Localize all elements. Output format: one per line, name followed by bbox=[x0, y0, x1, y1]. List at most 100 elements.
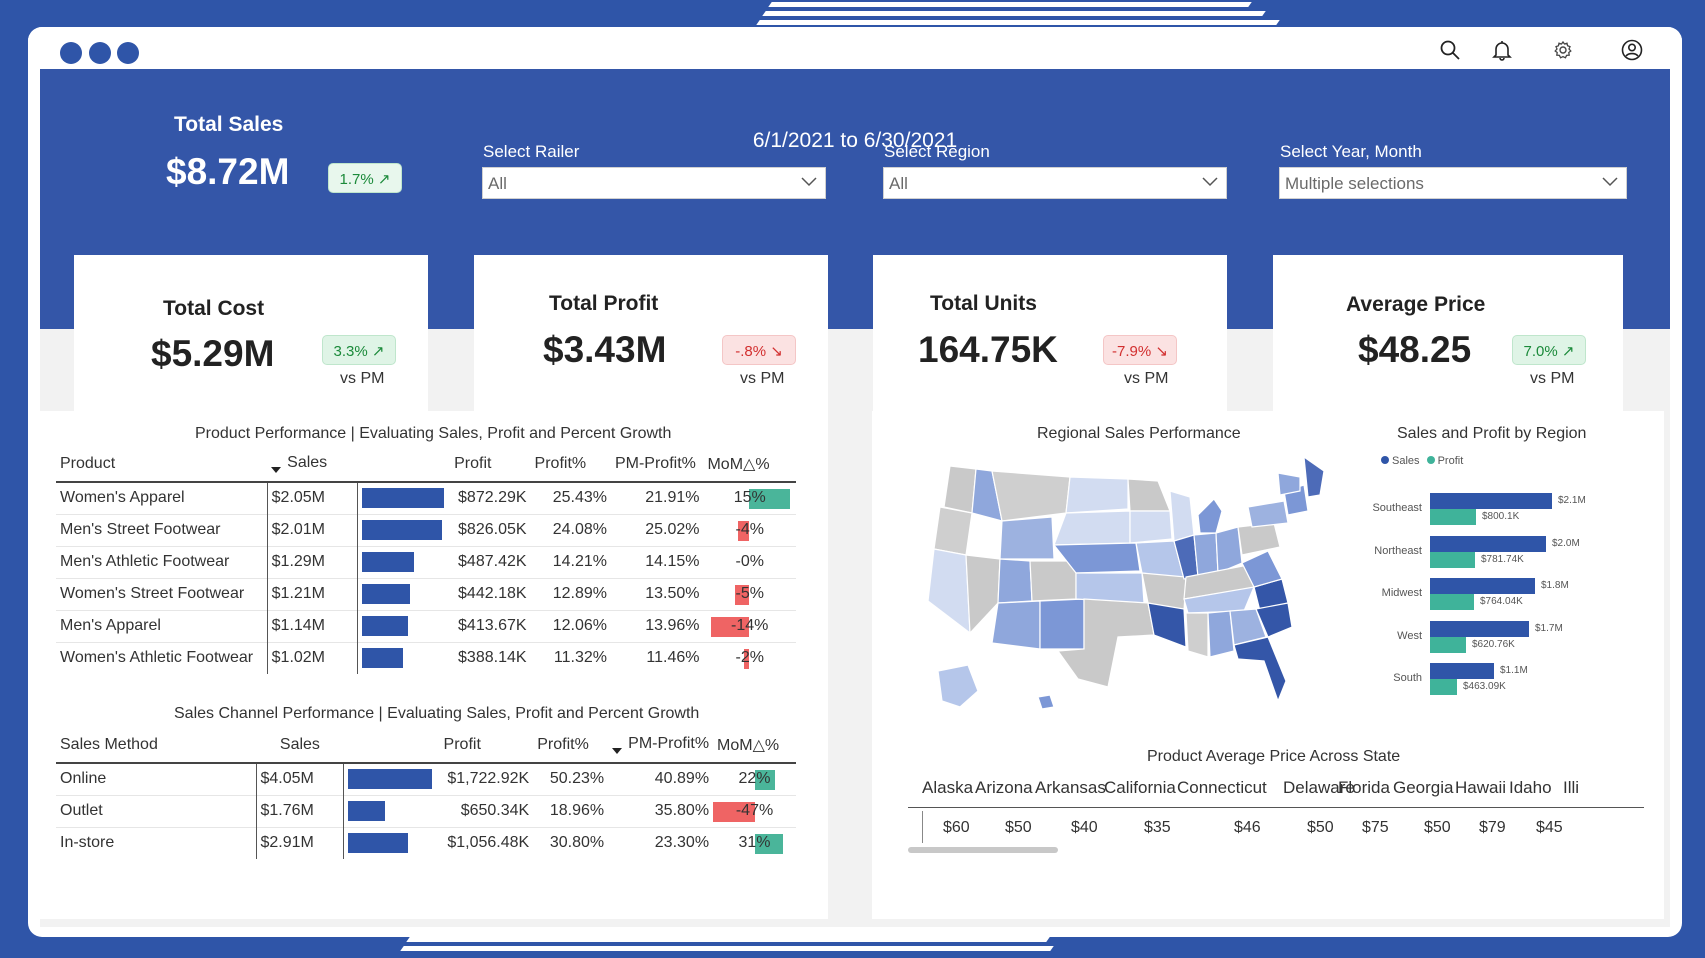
map-state[interactable] bbox=[1053, 510, 1131, 546]
state-column-header[interactable]: Georgia bbox=[1393, 778, 1453, 798]
bell-icon[interactable] bbox=[1491, 39, 1513, 61]
map-state[interactable] bbox=[1197, 498, 1223, 534]
map-state[interactable] bbox=[933, 506, 973, 556]
map-state[interactable] bbox=[1247, 500, 1289, 528]
map-state[interactable] bbox=[1037, 694, 1055, 710]
railer-slicer[interactable]: All bbox=[482, 167, 826, 199]
window-control-dot[interactable] bbox=[89, 42, 111, 64]
sales-bar[interactable] bbox=[1430, 535, 1546, 552]
table-row[interactable]: Women's Athletic Footwear $1.02M $388.14K 1… bbox=[56, 641, 796, 674]
table-row[interactable]: Men's Athletic Footwear $1.29M $487.42K 14.… bbox=[56, 545, 796, 578]
column-header-mom-pct[interactable]: MoM△% bbox=[703, 446, 796, 482]
map-state[interactable] bbox=[1303, 455, 1325, 498]
horizontal-scrollbar[interactable] bbox=[908, 847, 1058, 853]
map-state[interactable] bbox=[1127, 478, 1171, 512]
map-state[interactable] bbox=[1277, 472, 1301, 496]
map-state[interactable] bbox=[1233, 636, 1287, 703]
state-column-header[interactable]: California bbox=[1104, 778, 1176, 798]
table-row[interactable]: Online $4.05M $1,722.92K 50.23% 40.89% 22% bbox=[56, 762, 796, 795]
map-state[interactable] bbox=[1075, 572, 1145, 604]
user-icon[interactable] bbox=[1621, 39, 1643, 61]
performance-tables-panel: Product Performance | Evaluating Sales, … bbox=[40, 411, 828, 919]
row-label: Men's Athletic Footwear bbox=[56, 545, 268, 578]
state-column-header[interactable]: Connecticut bbox=[1177, 778, 1267, 798]
column-header-sales-method[interactable]: Sales Method bbox=[56, 727, 256, 763]
map-state[interactable] bbox=[1129, 510, 1173, 544]
profit-bar[interactable] bbox=[1430, 509, 1476, 525]
sales-bar[interactable] bbox=[1430, 620, 1529, 637]
row-mom-cell: 15% bbox=[703, 481, 796, 514]
row-mom-cell: -2% bbox=[703, 641, 796, 674]
column-header-label: Sales bbox=[287, 454, 328, 471]
column-header-mom-pct[interactable]: MoM△% bbox=[713, 727, 796, 763]
map-state[interactable] bbox=[997, 558, 1033, 604]
map-state[interactable] bbox=[1029, 560, 1077, 602]
column-header-sales[interactable]: Sales bbox=[256, 727, 344, 763]
kpi-title: Total Units bbox=[930, 292, 1037, 315]
map-state[interactable] bbox=[927, 548, 971, 635]
profit-bar[interactable] bbox=[1430, 594, 1474, 610]
column-header-profit[interactable]: Profit bbox=[450, 446, 530, 482]
map-state[interactable] bbox=[937, 664, 979, 708]
state-column-header[interactable]: Hawaii bbox=[1455, 778, 1506, 798]
year-month-slicer[interactable]: Multiple selections bbox=[1279, 167, 1627, 199]
profit-bar[interactable] bbox=[1430, 679, 1457, 695]
state-column-header[interactable]: Arizona bbox=[975, 778, 1033, 798]
map-state[interactable] bbox=[1215, 526, 1243, 574]
sales-bar[interactable] bbox=[1430, 578, 1535, 594]
kpi-value: $48.25 bbox=[1358, 329, 1472, 370]
row-mom-cell: -4% bbox=[703, 513, 796, 546]
region-slicer[interactable]: All bbox=[883, 167, 1227, 199]
column-header-product[interactable]: Product bbox=[56, 446, 267, 482]
map-state[interactable] bbox=[1207, 610, 1235, 658]
legend-dot-sales bbox=[1381, 456, 1389, 464]
sales-bar-cell bbox=[357, 513, 451, 546]
row-pm-profit-pct: 21.91% bbox=[610, 481, 704, 514]
price-table-header: Alaska Arizona Arkansas California Connectic… bbox=[922, 778, 1642, 800]
window-control-dot[interactable] bbox=[60, 42, 82, 64]
window-control-dot[interactable] bbox=[117, 42, 139, 64]
search-icon[interactable] bbox=[1439, 39, 1461, 61]
map-state[interactable] bbox=[991, 600, 1041, 650]
state-column-header[interactable]: Florida bbox=[1338, 778, 1390, 798]
table-row[interactable]: Women's Street Footwear $1.21M $442.18K 12.… bbox=[56, 577, 796, 610]
map-state[interactable] bbox=[991, 470, 1071, 522]
sales-bar[interactable] bbox=[1430, 663, 1494, 679]
map-state[interactable] bbox=[999, 516, 1055, 560]
column-header-profit-pct[interactable]: Profit% bbox=[531, 446, 611, 482]
state-column-header[interactable]: Idaho bbox=[1509, 778, 1552, 798]
map-state[interactable] bbox=[1237, 522, 1281, 556]
map-state[interactable] bbox=[1169, 490, 1195, 542]
row-profit-pct: 12.89% bbox=[530, 577, 611, 610]
map-state[interactable] bbox=[1147, 602, 1187, 648]
gear-icon[interactable] bbox=[1552, 39, 1574, 61]
profit-bar[interactable] bbox=[1430, 636, 1466, 653]
map-state[interactable] bbox=[1039, 598, 1085, 650]
column-header-profit[interactable]: Profit bbox=[440, 727, 534, 763]
profit-bar[interactable] bbox=[1430, 551, 1475, 568]
table-row[interactable]: Men's Apparel $1.14M $413.67K 12.06% 13.96% -… bbox=[56, 609, 796, 642]
column-header-profit-pct[interactable]: Profit% bbox=[533, 727, 608, 763]
table-row[interactable]: Outlet $1.76M $650.34K 18.96% 35.80% -47% bbox=[56, 794, 796, 827]
data-label: $781.74K bbox=[1481, 553, 1524, 565]
map-state[interactable] bbox=[943, 465, 977, 514]
map-state[interactable] bbox=[1193, 532, 1219, 578]
map-state[interactable] bbox=[1065, 476, 1129, 514]
row-sales: $2.05M bbox=[266, 481, 358, 514]
row-profit-pct: 18.96% bbox=[533, 794, 609, 827]
state-column-header[interactable]: Alaska bbox=[922, 778, 973, 798]
data-label: $463.09K bbox=[1463, 681, 1506, 692]
column-header-sales[interactable]: Sales bbox=[267, 446, 357, 482]
column-header-pm-profit-pct[interactable]: PM-Profit% bbox=[608, 727, 713, 763]
state-column-header[interactable]: Illi bbox=[1563, 778, 1579, 798]
table-row[interactable]: In-store $2.91M $1,056.48K 30.80% 23.30% 31% bbox=[56, 826, 796, 859]
column-header-pm-profit-pct[interactable]: PM-Profit% bbox=[611, 446, 704, 482]
map-state[interactable] bbox=[1185, 612, 1209, 658]
table-row[interactable]: Women's Apparel $2.05M $872.29K 25.43% 21.91… bbox=[56, 481, 796, 514]
row-sales: $2.91M bbox=[255, 826, 344, 859]
state-column-header[interactable]: Arkansas bbox=[1035, 778, 1106, 798]
table-row[interactable]: Men's Street Footwear $2.01M $826.05K 24.08… bbox=[56, 513, 796, 546]
us-sales-map[interactable] bbox=[908, 451, 1348, 731]
sales-bar[interactable] bbox=[1430, 493, 1552, 509]
row-sales: $1.76M bbox=[255, 794, 344, 827]
